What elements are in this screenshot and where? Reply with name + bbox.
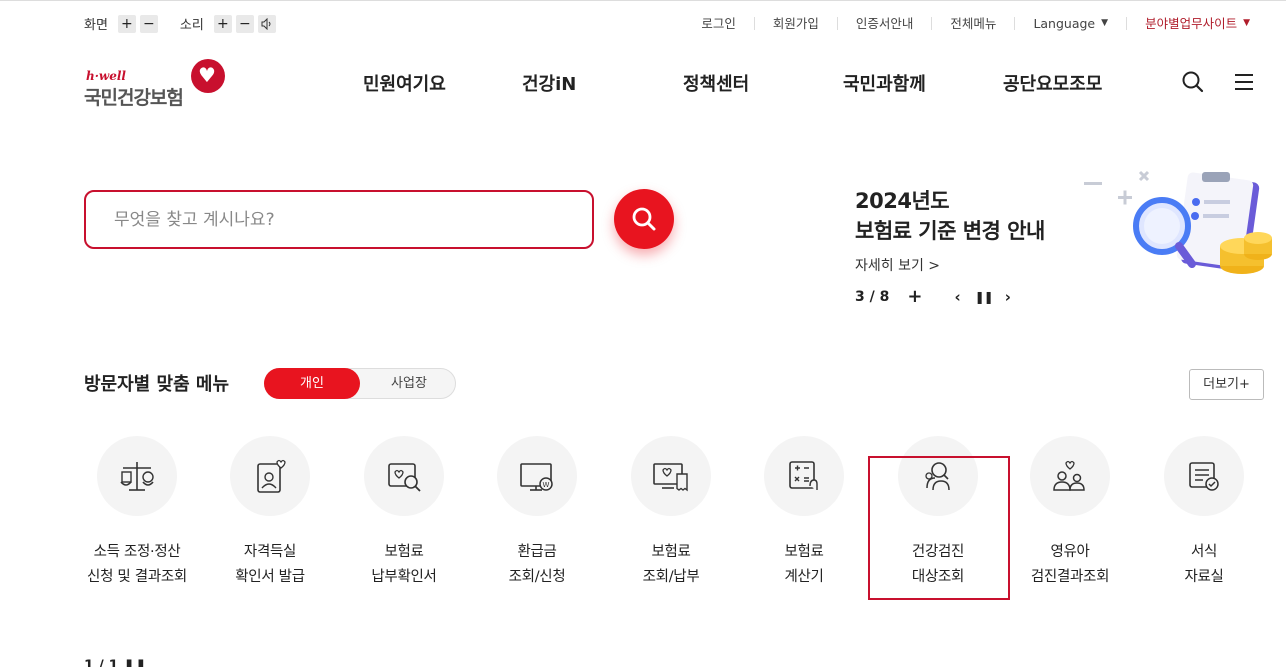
nav-policy-center[interactable]: 정책센터 [683,70,749,96]
calculator-icon [789,461,818,490]
quick-item-icon-circle [764,436,844,516]
promo-title[interactable]: 2024년도 보험료 기준 변경 안내 [855,186,1045,246]
scale-won-icon [120,462,154,491]
quick-item-forms-library[interactable]: 서식 자료실 [1129,436,1279,590]
quick-item-label: 보험료 납부확인서 [371,544,437,585]
family-heart-icon [1053,460,1085,491]
caret-down-icon: ▼ [1243,18,1250,28]
business-site-select[interactable]: 분야별업무사이트 ▼ [1127,17,1250,30]
quick-item-icon-circle: W [497,436,577,516]
bottom-pager-fragment: 1 / 1 ❚❚ [84,658,147,667]
document-check-icon [1189,462,1219,491]
selection-highlight-box [868,456,1010,600]
quick-item-icon-circle [631,436,711,516]
signup-link[interactable]: 회원가입 [755,17,838,30]
utility-bar: 화면 + − 소리 + − 로그인 회원가입 인증서안내 전체메뉴 Langua… [0,0,1286,50]
quick-item-label: 환급금 조회/신청 [508,544,566,585]
tab-business[interactable]: 사업장 [361,368,457,399]
main-header: h·well 국민건강보험 ♥ 민원여기요 건강iN 정책센터 국민과함께 공단… [0,50,1286,120]
nav-civil-service[interactable]: 민원여기요 [363,70,446,96]
logo-name: 국민건강보험 [84,87,184,109]
quick-menu-title: 방문자별 맞춤 메뉴 [84,374,230,395]
quick-item-icon-circle [364,436,444,516]
volume-up-button[interactable]: + [213,14,232,33]
promo-illustration [1082,168,1272,280]
hamburger-menu-icon[interactable] [1232,70,1256,94]
quick-item-income-adjustment[interactable]: 소득 조정·정산 신청 및 결과조회 [62,436,212,590]
search-icon [632,207,656,231]
search-icon[interactable] [1181,70,1205,94]
quick-item-qualification-certificate[interactable]: 자격득실 확인서 발급 [195,436,345,590]
more-button[interactable]: 더보기+ [1189,369,1264,400]
promo-prev-button[interactable]: ‹ [954,288,960,306]
tab-personal[interactable]: 개인 [264,368,360,399]
quick-item-label: 영유아 검진결과조회 [1030,544,1110,585]
accessibility-controls: 화면 + − 소리 + − [84,14,298,33]
business-site-label: 분야별업무사이트 [1145,16,1238,31]
quick-item-premium-inquiry[interactable]: 보험료 조회/납부 [596,436,746,590]
quick-item-label: 보험료 조회/납부 [642,544,700,585]
promo-title-line1: 2024년도 [855,189,950,213]
nav-health-in[interactable]: 건강iN [522,70,576,96]
language-select[interactable]: Language ▼ [1015,16,1128,31]
certificate-guide-link[interactable]: 인증서안내 [838,17,933,30]
quick-item-label: 자격득실 확인서 발급 [235,544,305,585]
utility-links: 로그인 회원가입 인증서안내 전체메뉴 Language ▼ 분야별업무사이트 … [683,17,1250,30]
heart-search-icon [388,463,421,492]
logo-hwell: h·well [86,69,126,83]
screen-receipt-icon [653,463,688,492]
speaker-icon[interactable] [257,14,276,33]
quick-item-label: 소득 조정·정산 신청 및 결과조회 [87,544,187,585]
search-input[interactable] [86,192,592,247]
caret-down-icon: ▼ [1101,18,1109,28]
promo-plus-button[interactable]: + [907,286,922,307]
quick-item-label: 보험료 계산기 [784,544,824,585]
quick-item-premium-payment-certificate[interactable]: 보험료 납부확인서 [329,436,479,590]
promo-next-button[interactable]: › [1005,288,1011,306]
screen-zoom-group: 화면 + − [84,14,162,33]
quick-item-infant-checkup-results[interactable]: 영유아 검진결과조회 [995,436,1145,590]
sound-group: 소리 + − [180,14,280,33]
heart-icon: ♥ [191,59,225,93]
visitor-type-toggle: 개인 사업장 [264,368,456,399]
login-link[interactable]: 로그인 [683,17,755,30]
nav-with-public[interactable]: 국민과함께 [843,70,926,96]
quick-item-refund[interactable]: W 환급금 조회/신청 [462,436,612,590]
zoom-in-button[interactable]: + [117,14,136,33]
quick-item-icon-circle [97,436,177,516]
screen-zoom-label: 화면 [84,18,108,33]
promo-more-link[interactable]: 자세히 보기 > [855,255,940,275]
sound-label: 소리 [179,18,204,33]
quick-item-icon-circle [1030,436,1110,516]
id-card-heart-icon [257,459,286,493]
zoom-out-button[interactable]: − [139,14,158,33]
svg-text:W: W [543,481,550,489]
promo-page-indicator: 3 / 8 [855,288,890,305]
quick-item-label: 서식 자료실 [1184,544,1224,585]
sitemap-link[interactable]: 전체메뉴 [932,17,1016,30]
quick-item-icon-circle [230,436,310,516]
promo-pause-button[interactable]: ❚❚ [975,290,994,304]
promo-title-line2: 보험료 기준 변경 안내 [855,219,1045,243]
main-search-box [84,190,594,249]
logo[interactable]: h·well 국민건강보험 ♥ [84,55,229,109]
search-button[interactable] [614,189,674,249]
quick-item-icon-circle [1164,436,1244,516]
quick-item-premium-calculator[interactable]: 보험료 계산기 [729,436,879,590]
volume-down-button[interactable]: − [235,14,254,33]
monitor-won-icon: W [520,463,553,491]
language-label: Language [1033,16,1096,31]
promo-controls: 3 / 8 + ‹ ❚❚ › [855,286,1025,307]
nav-about-nhis[interactable]: 공단요모조모 [1003,70,1102,96]
